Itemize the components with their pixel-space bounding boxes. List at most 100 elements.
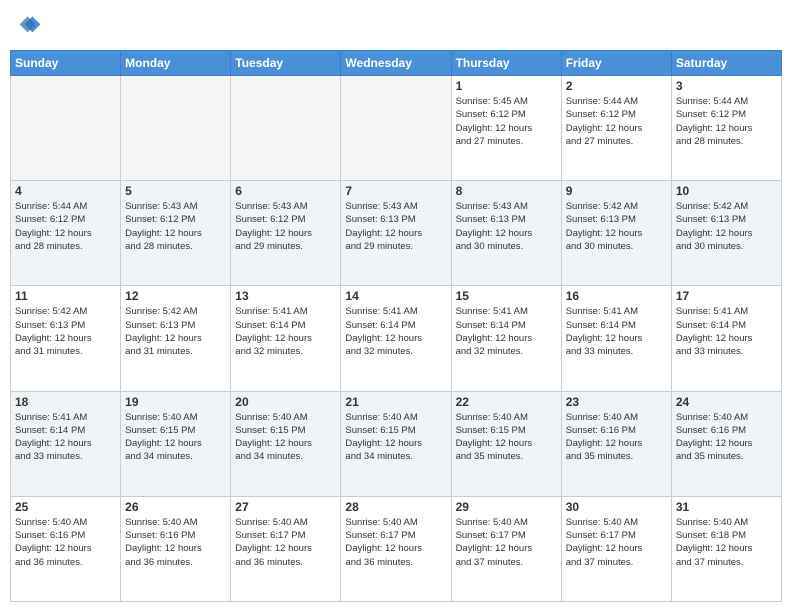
- day-number: 27: [235, 500, 336, 514]
- day-number: 10: [676, 184, 777, 198]
- day-number: 11: [15, 289, 116, 303]
- day-info: Sunrise: 5:43 AM Sunset: 6:12 PM Dayligh…: [125, 200, 226, 253]
- day-number: 26: [125, 500, 226, 514]
- day-number: 20: [235, 395, 336, 409]
- calendar-cell: 19Sunrise: 5:40 AM Sunset: 6:15 PM Dayli…: [121, 391, 231, 496]
- day-info: Sunrise: 5:43 AM Sunset: 6:13 PM Dayligh…: [345, 200, 446, 253]
- calendar-cell: 10 Sunrise: 5:42 AM Sunset: 6:13 PM Dayli…: [671, 181, 781, 286]
- day-info: Sunrise: 5:43 AM Sunset: 6:13 PM Dayligh…: [456, 200, 557, 253]
- day-info: Sunrise: 5:41 AM Sunset: 6:14 PM Dayligh…: [345, 305, 446, 358]
- day-info: Sunrise: 5:41 AM Sunset: 6:14 PM Dayligh…: [15, 411, 116, 464]
- calendar-cell: 30 Sunrise: 5:40 AM Sunset: 6:17 PM Dayli…: [561, 496, 671, 601]
- day-info: Sunrise: 5:44 AM Sunset: 6:12 PM Dayligh…: [676, 95, 777, 148]
- day-info: Sunrise: 5:45 AM Sunset: 6:12 PM Dayligh…: [456, 95, 557, 148]
- day-info: Sunrise: 5:42 AM Sunset: 6:13 PM Dayligh…: [676, 200, 777, 253]
- calendar-cell: 21Sunrise: 5:40 AM Sunset: 6:15 PM Dayli…: [341, 391, 451, 496]
- calendar-cell: 20 Sunrise: 5:40 AM Sunset: 6:15 PM Dayli…: [231, 391, 341, 496]
- day-info: Sunrise: 5:40 AM Sunset: 6:17 PM Dayligh…: [235, 516, 336, 569]
- day-number: 28: [345, 500, 446, 514]
- header: [10, 10, 782, 42]
- week-row-3: 11 Sunrise: 5:42 AM Sunset: 6:13 PM Dayli…: [11, 286, 782, 391]
- day-info: Sunrise: 5:44 AM Sunset: 6:12 PM Dayligh…: [566, 95, 667, 148]
- day-info: Sunrise: 5:40 AM Sunset: 6:17 PM Dayligh…: [566, 516, 667, 569]
- day-number: 17: [676, 289, 777, 303]
- day-info: Sunrise: 5:44 AM Sunset: 6:12 PM Dayligh…: [15, 200, 116, 253]
- calendar-cell: 4Sunrise: 5:44 AM Sunset: 6:12 PM Daylig…: [11, 181, 121, 286]
- calendar-cell: 27 Sunrise: 5:40 AM Sunset: 6:17 PM Dayli…: [231, 496, 341, 601]
- day-info: Sunrise: 5:40 AM Sunset: 6:15 PM Dayligh…: [125, 411, 226, 464]
- calendar-cell: [231, 76, 341, 181]
- day-info: Sunrise: 5:40 AM Sunset: 6:15 PM Dayligh…: [235, 411, 336, 464]
- calendar-table: SundayMondayTuesdayWednesdayThursdayFrid…: [10, 50, 782, 602]
- day-number: 14: [345, 289, 446, 303]
- calendar-cell: 22 Sunrise: 5:40 AM Sunset: 6:15 PM Dayli…: [451, 391, 561, 496]
- calendar-cell: 28 Sunrise: 5:40 AM Sunset: 6:17 PM Dayli…: [341, 496, 451, 601]
- calendar-cell: [121, 76, 231, 181]
- day-number: 16: [566, 289, 667, 303]
- day-info: Sunrise: 5:40 AM Sunset: 6:16 PM Dayligh…: [566, 411, 667, 464]
- day-info: Sunrise: 5:40 AM Sunset: 6:17 PM Dayligh…: [456, 516, 557, 569]
- day-info: Sunrise: 5:40 AM Sunset: 6:16 PM Dayligh…: [676, 411, 777, 464]
- day-number: 13: [235, 289, 336, 303]
- weekday-header-thursday: Thursday: [451, 51, 561, 76]
- calendar-cell: 13 Sunrise: 5:41 AM Sunset: 6:14 PM Dayli…: [231, 286, 341, 391]
- weekday-header-tuesday: Tuesday: [231, 51, 341, 76]
- day-info: Sunrise: 5:41 AM Sunset: 6:14 PM Dayligh…: [676, 305, 777, 358]
- weekday-header-monday: Monday: [121, 51, 231, 76]
- day-number: 3: [676, 79, 777, 93]
- day-number: 6: [235, 184, 336, 198]
- logo-icon: [10, 10, 42, 42]
- day-number: 18: [15, 395, 116, 409]
- day-number: 5: [125, 184, 226, 198]
- calendar-cell: 14 Sunrise: 5:41 AM Sunset: 6:14 PM Dayli…: [341, 286, 451, 391]
- day-number: 1: [456, 79, 557, 93]
- week-row-2: 4Sunrise: 5:44 AM Sunset: 6:12 PM Daylig…: [11, 181, 782, 286]
- calendar-cell: 2 Sunrise: 5:44 AM Sunset: 6:12 PM Daylig…: [561, 76, 671, 181]
- day-info: Sunrise: 5:42 AM Sunset: 6:13 PM Dayligh…: [15, 305, 116, 358]
- calendar-cell: 5 Sunrise: 5:43 AM Sunset: 6:12 PM Daylig…: [121, 181, 231, 286]
- week-row-4: 18 Sunrise: 5:41 AM Sunset: 6:14 PM Dayli…: [11, 391, 782, 496]
- calendar-cell: 8 Sunrise: 5:43 AM Sunset: 6:13 PM Daylig…: [451, 181, 561, 286]
- day-number: 29: [456, 500, 557, 514]
- day-info: Sunrise: 5:40 AM Sunset: 6:17 PM Dayligh…: [345, 516, 446, 569]
- calendar-cell: 1 Sunrise: 5:45 AM Sunset: 6:12 PM Daylig…: [451, 76, 561, 181]
- day-number: 15: [456, 289, 557, 303]
- day-number: 30: [566, 500, 667, 514]
- calendar-cell: 16Sunrise: 5:41 AM Sunset: 6:14 PM Dayli…: [561, 286, 671, 391]
- day-info: Sunrise: 5:40 AM Sunset: 6:16 PM Dayligh…: [125, 516, 226, 569]
- day-number: 12: [125, 289, 226, 303]
- calendar-cell: 31Sunrise: 5:40 AM Sunset: 6:18 PM Dayli…: [671, 496, 781, 601]
- day-number: 23: [566, 395, 667, 409]
- calendar-cell: 3 Sunrise: 5:44 AM Sunset: 6:12 PM Daylig…: [671, 76, 781, 181]
- calendar-cell: 15Sunrise: 5:41 AM Sunset: 6:14 PM Dayli…: [451, 286, 561, 391]
- calendar-cell: 26 Sunrise: 5:40 AM Sunset: 6:16 PM Dayli…: [121, 496, 231, 601]
- day-number: 21: [345, 395, 446, 409]
- day-number: 9: [566, 184, 667, 198]
- calendar-cell: 24Sunrise: 5:40 AM Sunset: 6:16 PM Dayli…: [671, 391, 781, 496]
- calendar-cell: 12Sunrise: 5:42 AM Sunset: 6:13 PM Dayli…: [121, 286, 231, 391]
- calendar-cell: 17 Sunrise: 5:41 AM Sunset: 6:14 PM Dayli…: [671, 286, 781, 391]
- calendar-cell: 18 Sunrise: 5:41 AM Sunset: 6:14 PM Dayli…: [11, 391, 121, 496]
- calendar-cell: 29 Sunrise: 5:40 AM Sunset: 6:17 PM Dayli…: [451, 496, 561, 601]
- day-info: Sunrise: 5:40 AM Sunset: 6:16 PM Dayligh…: [15, 516, 116, 569]
- day-info: Sunrise: 5:40 AM Sunset: 6:15 PM Dayligh…: [456, 411, 557, 464]
- week-row-1: 1 Sunrise: 5:45 AM Sunset: 6:12 PM Daylig…: [11, 76, 782, 181]
- day-info: Sunrise: 5:43 AM Sunset: 6:12 PM Dayligh…: [235, 200, 336, 253]
- calendar-cell: 25 Sunrise: 5:40 AM Sunset: 6:16 PM Dayli…: [11, 496, 121, 601]
- calendar-cell: 9Sunrise: 5:42 AM Sunset: 6:13 PM Daylig…: [561, 181, 671, 286]
- calendar-cell: 23 Sunrise: 5:40 AM Sunset: 6:16 PM Dayli…: [561, 391, 671, 496]
- day-number: 25: [15, 500, 116, 514]
- calendar-cell: [11, 76, 121, 181]
- weekday-header-row: SundayMondayTuesdayWednesdayThursdayFrid…: [11, 51, 782, 76]
- day-number: 7: [345, 184, 446, 198]
- calendar-cell: 11 Sunrise: 5:42 AM Sunset: 6:13 PM Dayli…: [11, 286, 121, 391]
- day-number: 2: [566, 79, 667, 93]
- calendar-cell: 7 Sunrise: 5:43 AM Sunset: 6:13 PM Daylig…: [341, 181, 451, 286]
- calendar-cell: 6 Sunrise: 5:43 AM Sunset: 6:12 PM Daylig…: [231, 181, 341, 286]
- weekday-header-friday: Friday: [561, 51, 671, 76]
- day-info: Sunrise: 5:40 AM Sunset: 6:18 PM Dayligh…: [676, 516, 777, 569]
- day-info: Sunrise: 5:41 AM Sunset: 6:14 PM Dayligh…: [235, 305, 336, 358]
- calendar-cell: [341, 76, 451, 181]
- day-number: 22: [456, 395, 557, 409]
- day-number: 8: [456, 184, 557, 198]
